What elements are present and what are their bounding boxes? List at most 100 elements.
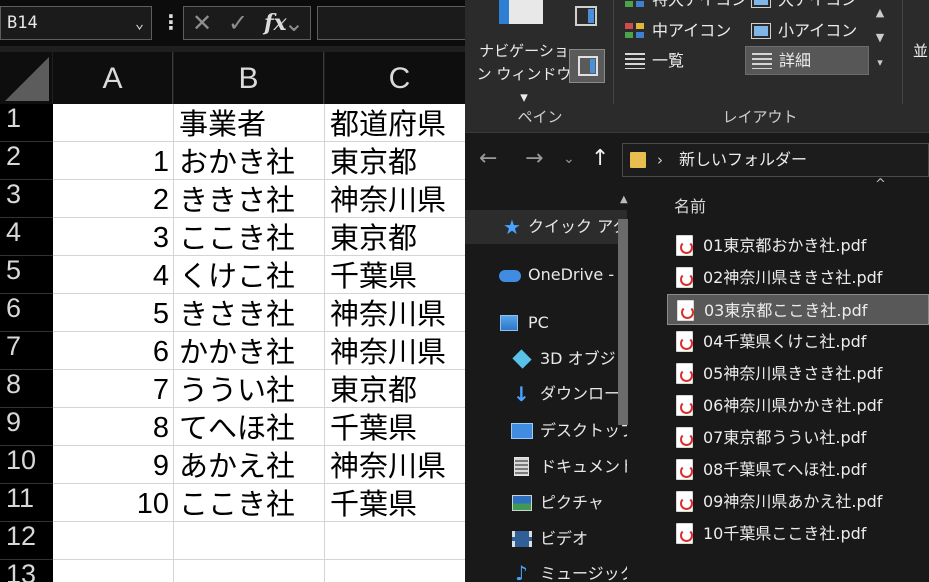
layout-list[interactable]: 一覧	[619, 47, 743, 75]
navigation-pane-button[interactable]: ナビゲーション ウィンドウ ▾	[473, 40, 575, 109]
layout-gallery-scroll[interactable]: ▲ ▼ ▾	[869, 0, 891, 75]
row-header[interactable]: 2	[0, 142, 53, 180]
cell-c[interactable]	[325, 522, 475, 560]
tree-item-documents[interactable]: ドキュメント	[465, 450, 627, 484]
row-header[interactable]: 4	[0, 218, 53, 256]
file-item[interactable]: 03東京都ここき社.pdf	[667, 294, 929, 325]
cell-a[interactable]	[53, 104, 174, 142]
row-header[interactable]: 7	[0, 332, 53, 370]
tree-item-onedrive[interactable]: OneDrive - Personal	[465, 258, 627, 292]
cell-c[interactable]: 神奈川県	[325, 332, 475, 370]
row-header[interactable]: 13	[0, 560, 53, 582]
tree-item-music[interactable]: ♪ ミュージック	[465, 557, 627, 582]
layout-extra-large-icons[interactable]: 特大アイコン	[619, 0, 747, 14]
cell-c[interactable]: 東京都	[325, 370, 475, 408]
chevron-down-icon[interactable]: ⌄	[563, 142, 575, 176]
chevron-down-icon[interactable]: ⌄	[135, 7, 144, 39]
breadcrumb-separator[interactable]: ›	[657, 144, 663, 176]
forward-arrow-icon[interactable]: →	[525, 142, 543, 176]
file-item[interactable]: 09神奈川県あかえ社.pdf	[667, 486, 929, 517]
file-item[interactable]: 02神奈川県ききさ社.pdf	[667, 262, 929, 293]
cell-c[interactable]: 千葉県	[325, 256, 475, 294]
cell-a[interactable]: 10	[53, 484, 174, 522]
cell-c[interactable]: 東京都	[325, 218, 475, 256]
cell-b[interactable]: ききさ社	[174, 180, 325, 218]
tree-item-videos[interactable]: ビデオ	[465, 522, 627, 556]
row-header[interactable]: 8	[0, 370, 53, 408]
layout-large-icons[interactable]: 大アイコン	[745, 0, 869, 14]
cell-c[interactable]: 都道府県	[325, 104, 475, 142]
file-item[interactable]: 07東京都ううい社.pdf	[667, 422, 929, 453]
cell-c[interactable]: 東京都	[325, 142, 475, 180]
row-header[interactable]: 5	[0, 256, 53, 294]
address-bar[interactable]: › 新しいフォルダー	[622, 143, 929, 177]
cell-c[interactable]: 千葉県	[325, 408, 475, 446]
formula-input[interactable]	[317, 6, 467, 40]
scrollbar-thumb[interactable]	[618, 219, 628, 425]
row-header[interactable]: 10	[0, 446, 53, 484]
cell-c[interactable]: 神奈川県	[325, 180, 475, 218]
row-header[interactable]: 1	[0, 104, 53, 142]
column-header-b[interactable]: B	[174, 52, 324, 104]
row-header[interactable]: 9	[0, 408, 53, 446]
tree-item-pictures[interactable]: ピクチャ	[465, 486, 627, 520]
column-header-name[interactable]: 名前	[674, 194, 706, 220]
file-item[interactable]: 08千葉県てへほ社.pdf	[667, 454, 929, 485]
check-icon[interactable]: ✓	[228, 7, 248, 39]
cell-a[interactable]	[53, 560, 174, 582]
chevron-up-icon[interactable]: ▲	[869, 0, 891, 25]
cell-b[interactable]: きさき社	[174, 294, 325, 332]
cell-c[interactable]: 千葉県	[325, 484, 475, 522]
cell-b[interactable]: かかき社	[174, 332, 325, 370]
cell-b[interactable]: 事業者	[174, 104, 325, 142]
cell-b[interactable]	[174, 560, 325, 582]
file-item[interactable]: 06神奈川県かかき社.pdf	[667, 390, 929, 421]
select-all-button[interactable]	[0, 52, 52, 104]
cell-c[interactable]: 神奈川県	[325, 446, 475, 484]
cell-b[interactable]: くけこ社	[174, 256, 325, 294]
file-item[interactable]: 10千葉県ここき社.pdf	[667, 518, 929, 549]
cancel-icon[interactable]: ✕	[192, 7, 212, 39]
preview-pane-icon[interactable]	[575, 6, 597, 26]
cell-c[interactable]: 神奈川県	[325, 294, 475, 332]
cell-a[interactable]: 9	[53, 446, 174, 484]
tree-item-desktop[interactable]: デスクトップ	[465, 414, 627, 448]
file-item[interactable]: 05神奈川県きさき社.pdf	[667, 358, 929, 389]
cell-a[interactable]: 6	[53, 332, 174, 370]
chevron-up-icon[interactable]: ▲	[620, 194, 628, 205]
cell-b[interactable]: てへほ社	[174, 408, 325, 446]
details-pane-button[interactable]	[569, 49, 605, 83]
tree-item-quick-access[interactable]: ★ クイック アクセス	[465, 210, 627, 244]
row-header[interactable]: 11	[0, 484, 53, 522]
cell-a[interactable]: 2	[53, 180, 174, 218]
layout-small-icons[interactable]: 小アイコン	[745, 17, 869, 45]
breadcrumb-folder[interactable]: 新しいフォルダー	[679, 144, 807, 176]
name-box[interactable]: B14 ⌄	[0, 6, 152, 40]
navigation-scrollbar[interactable]: ▲	[615, 194, 635, 582]
cell-b[interactable]: おかき社	[174, 142, 325, 180]
navigation-pane-icon[interactable]	[499, 0, 543, 24]
cell-b[interactable]: あかえ社	[174, 446, 325, 484]
column-header-a[interactable]: A	[53, 52, 173, 104]
sort-by-button[interactable]: 並	[913, 40, 928, 61]
up-arrow-icon[interactable]: ↑	[591, 142, 609, 176]
file-item[interactable]: 01東京都おかき社.pdf	[667, 230, 929, 261]
layout-medium-icons[interactable]: 中アイコン	[619, 17, 743, 45]
row-header[interactable]: 12	[0, 522, 53, 560]
layout-details[interactable]: 詳細	[745, 46, 869, 75]
chevron-down-icon[interactable]: ▼	[869, 25, 891, 50]
cell-a[interactable]: 3	[53, 218, 174, 256]
cell-a[interactable]	[53, 522, 174, 560]
chevron-down-icon[interactable]: ⌄	[284, 7, 304, 39]
cell-a[interactable]: 7	[53, 370, 174, 408]
cell-b[interactable]	[174, 522, 325, 560]
cell-b[interactable]: ここき社	[174, 218, 325, 256]
back-arrow-icon[interactable]: ←	[479, 142, 497, 176]
tree-item-downloads[interactable]: ↓ ダウンロード	[465, 377, 627, 411]
column-header-c[interactable]: C	[325, 52, 475, 104]
more-options-icon[interactable]: ⋮	[161, 6, 181, 40]
cell-a[interactable]: 5	[53, 294, 174, 332]
cell-a[interactable]: 4	[53, 256, 174, 294]
cell-c[interactable]	[325, 560, 475, 582]
tree-item-3d-objects[interactable]: 3D オブジェクト	[465, 342, 627, 376]
